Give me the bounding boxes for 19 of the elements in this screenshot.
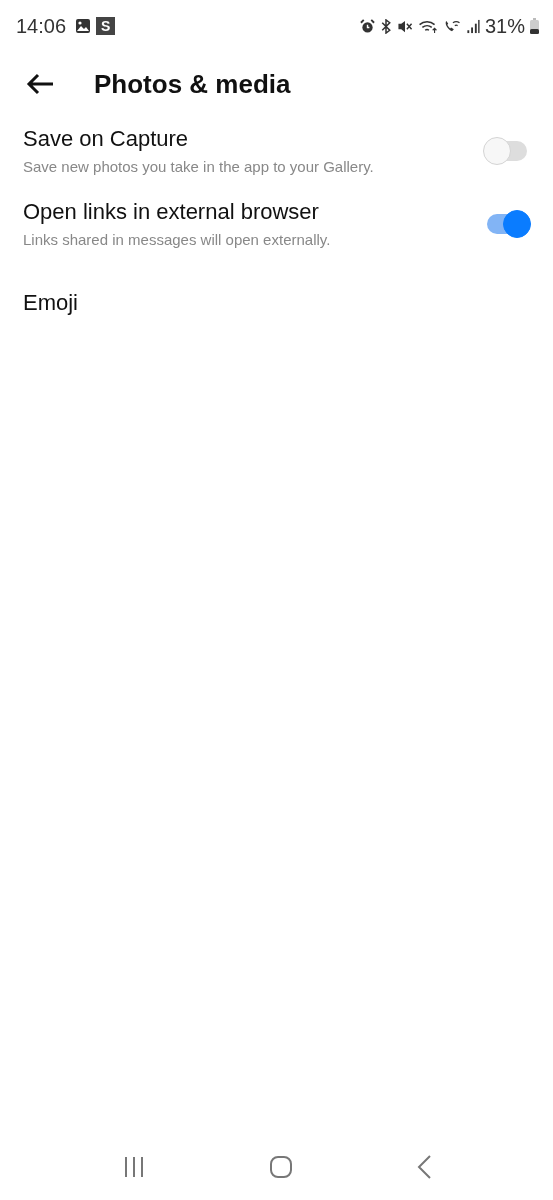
setting-title: Open links in external browser [23,199,320,225]
mute-icon [396,18,413,34]
alarm-icon [359,18,375,34]
setting-item[interactable]: Emoji [23,290,78,316]
back-arrow-icon[interactable] [26,73,54,95]
page-title: Photos & media [94,68,291,100]
app-badge: S [96,17,116,35]
battery-percent: 31% [484,14,525,38]
image-icon [75,18,92,34]
setting-description: Save new photos you take in the app to your Gallery. [23,158,375,175]
status-time: 14:06 [16,14,67,38]
back-icon[interactable] [415,1154,432,1180]
wifi-icon [417,18,438,34]
battery-icon [530,18,539,34]
setting-title: Save on Capture [23,126,190,152]
signal-icon [465,18,480,34]
bluetooth-icon [379,18,392,34]
setting-description: Links shared in messages will open externally. [23,231,332,248]
home-icon[interactable] [268,1155,293,1179]
